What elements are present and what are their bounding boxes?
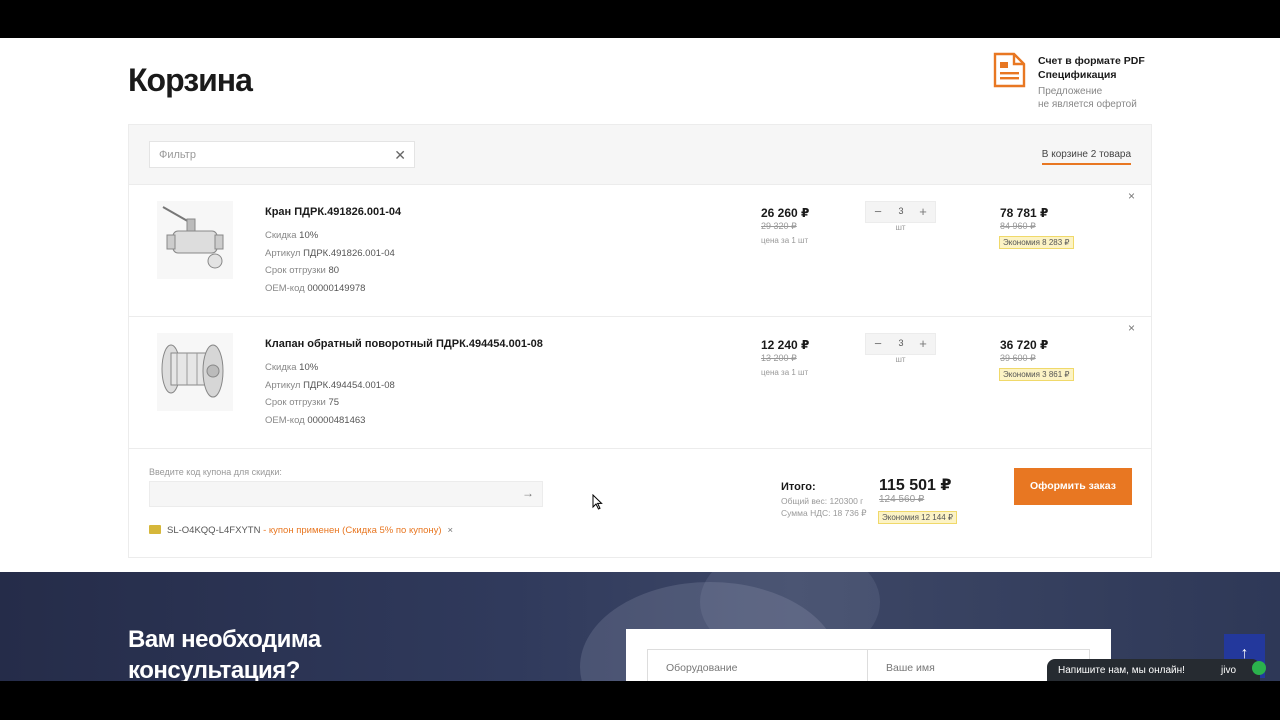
offer-note-line1: Предложение <box>1038 86 1103 97</box>
applied-coupon: SL-O4KQQ-L4FXYTN - купон применен (Скидк… <box>149 525 453 536</box>
coupon-code: SL-O4KQQ-L4FXYTN <box>167 525 261 536</box>
quantity-value[interactable]: 3 <box>888 338 914 348</box>
invoice-pdf-link[interactable]: Счет в формате PDF <box>1038 55 1145 67</box>
cart-item: Клапан обратный поворотный ПДРК.494454.0… <box>129 317 1151 449</box>
close-icon[interactable]: × <box>1128 321 1135 335</box>
consultation-form: Оборудование Ваше имя <box>626 629 1111 681</box>
close-icon[interactable]: × <box>1128 189 1135 203</box>
jivo-logo: jivo <box>1221 665 1237 676</box>
product-name[interactable]: Клапан обратный поворотный ПДРК.494454.0… <box>265 338 543 350</box>
attr-discount: 10% <box>299 362 319 373</box>
attr-ship: 75 <box>328 397 340 408</box>
grand-total: 115 501 ₽ <box>879 477 952 494</box>
quantity-unit: шт <box>895 355 906 364</box>
attr-oem: 00000149978 <box>307 282 366 294</box>
cart-footer: Введите код купона для скидки: → SL-O4KQ… <box>129 449 1151 559</box>
unit-price: 12 240 ₽ <box>761 338 810 352</box>
product-name[interactable]: Кран ПДРК.491826.001-04 <box>265 206 401 218</box>
pdf-block: Счет в формате PDF Спецификация Предложе… <box>992 52 1192 112</box>
grand-total-old: 124 560 ₽ <box>879 494 925 505</box>
price-unit: цена за 1 шт <box>761 236 809 245</box>
attr-label: Скидка <box>265 362 297 373</box>
attr-label: Артикул <box>265 247 301 259</box>
attr-discount: 10% <box>299 230 319 241</box>
equipment-field[interactable]: Оборудование <box>647 649 868 681</box>
coupon-input[interactable] <box>150 482 510 506</box>
line-total: 78 781 ₽ <box>1000 206 1049 220</box>
minus-icon[interactable]: − <box>870 336 886 352</box>
close-icon[interactable]: × <box>448 525 454 536</box>
quantity-stepper: − 3 + <box>865 333 936 355</box>
quantity-stepper: − 3 + <box>865 201 936 223</box>
cart-item: Кран ПДРК.491826.001-04 Скидка 10% Артик… <box>129 185 1151 317</box>
product-attributes: Скидка 10% Артикул ПДРК.491826.001-04 Ср… <box>265 227 395 297</box>
total-weight: Общий вес: 120300 г <box>781 496 864 506</box>
chat-widget[interactable]: Напишите нам, мы онлайн! jivo <box>1047 659 1266 681</box>
total-vat: Сумма НДС: 18 736 ₽ <box>781 508 867 518</box>
product-image[interactable] <box>157 201 233 279</box>
attr-ship: 80 <box>328 265 340 276</box>
page-title: Корзина <box>128 62 253 98</box>
attr-oem: 00000481463 <box>307 414 366 426</box>
unit-price: 26 260 ₽ <box>761 206 810 220</box>
unit-price-old: 29 320 ₽ <box>761 221 797 231</box>
consultation-title: Вам необходима консультация? <box>128 624 321 681</box>
attr-sku: ПДРК.491826.001-04 <box>303 247 395 259</box>
clear-filter-icon[interactable]: ✕ <box>394 147 406 164</box>
coupon-message: - купон применен (Скидка 5% по купону) <box>260 525 442 536</box>
online-status-icon <box>1252 661 1266 675</box>
cart-panel: ✕ В корзине 2 товара Кран ПДРК.491826.00… <box>128 124 1152 558</box>
line-total-old: 39 600 ₽ <box>1000 353 1036 363</box>
plus-icon[interactable]: + <box>915 336 931 352</box>
saving-badge: Экономия 8 283 ₽ <box>999 236 1074 249</box>
checkout-button[interactable]: Оформить заказ <box>1014 468 1132 505</box>
consultation-title-line2: консультация? <box>128 657 300 681</box>
plus-icon[interactable]: + <box>915 204 931 220</box>
document-icon[interactable] <box>992 52 1028 88</box>
total-saving-badge: Экономия 12 144 ₽ <box>878 511 957 524</box>
ticket-icon <box>149 525 161 534</box>
quantity-value[interactable]: 3 <box>888 206 914 216</box>
coupon-box: → <box>149 481 543 507</box>
attr-sku: ПДРК.494454.001-08 <box>303 379 395 391</box>
chat-label: Напишите нам, мы онлайн! <box>1058 665 1185 676</box>
attr-label: Срок отгрузки <box>265 397 326 408</box>
attr-label: Скидка <box>265 230 297 241</box>
attr-label: Срок отгрузки <box>265 265 326 276</box>
product-attributes: Скидка 10% Артикул ПДРК.494454.001-08 Ср… <box>265 359 395 429</box>
arrow-right-icon[interactable]: → <box>522 486 534 500</box>
total-label: Итого: <box>781 481 816 493</box>
browser-viewport: Корзина Счет в формате PDF Спецификация … <box>0 38 1280 681</box>
cart-header: ✕ В корзине 2 товара <box>129 125 1151 185</box>
consultation-title-line1: Вам необходима <box>128 626 321 653</box>
attr-label: OEM-код <box>265 414 305 426</box>
mouse-cursor-icon <box>592 494 603 510</box>
attr-label: OEM-код <box>265 282 305 294</box>
minus-icon[interactable]: − <box>870 204 886 220</box>
coupon-label: Введите код купона для скидки: <box>149 467 282 477</box>
total-meta: Общий вес: 120300 г Сумма НДС: 18 736 ₽ <box>781 495 867 519</box>
product-image[interactable] <box>157 333 233 411</box>
quantity-unit: шт <box>895 223 906 232</box>
saving-badge: Экономия 3 861 ₽ <box>999 368 1074 381</box>
line-total-old: 84 960 ₽ <box>1000 221 1036 231</box>
attr-label: Артикул <box>265 379 301 391</box>
price-unit: цена за 1 шт <box>761 368 809 377</box>
cart-count-link[interactable]: В корзине 2 товара <box>1041 149 1131 165</box>
line-total: 36 720 ₽ <box>1000 338 1049 352</box>
specification-link[interactable]: Спецификация <box>1038 69 1116 81</box>
filter-input[interactable] <box>150 142 380 167</box>
filter-box: ✕ <box>149 141 415 168</box>
unit-price-old: 13 200 ₽ <box>761 353 797 363</box>
offer-note-line2: не является офертой <box>1038 99 1137 110</box>
